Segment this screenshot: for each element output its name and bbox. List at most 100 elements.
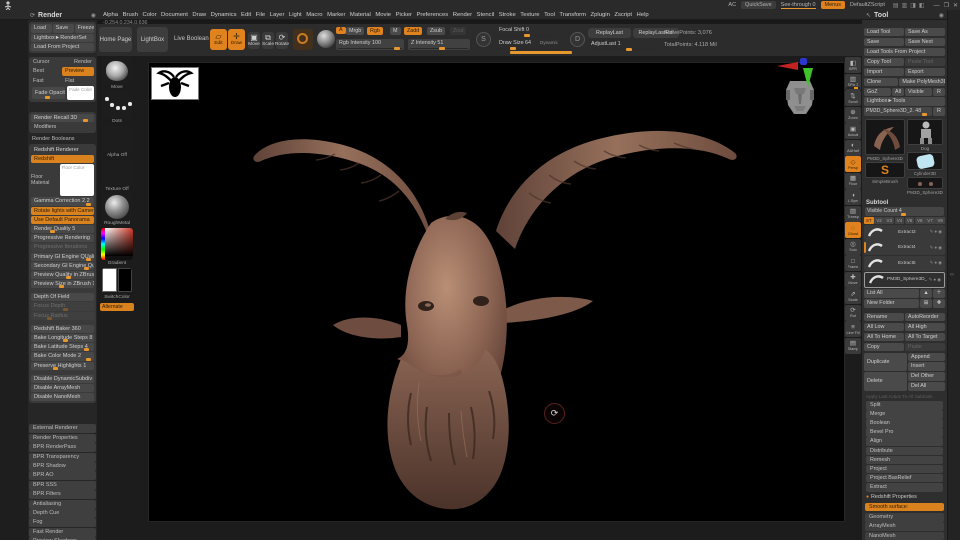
active-tool-thumbnail[interactable] — [865, 118, 905, 155]
menu-item[interactable]: Stencil — [477, 12, 495, 18]
subtool-action-row[interactable]: Remesh — [866, 455, 943, 465]
render-recall-slider[interactable]: Render Recall 3D — [31, 114, 94, 123]
flat-render-button[interactable]: Flat — [63, 77, 94, 85]
y-axis-arrow-icon[interactable] — [803, 68, 813, 87]
shelf-item[interactable]: Alternate — [100, 302, 134, 311]
menu-item[interactable]: Draw — [192, 12, 206, 18]
render-booleans-label[interactable]: Render Booleans — [32, 136, 75, 142]
render-save-button[interactable]: Save — [52, 24, 74, 33]
menu-item[interactable]: Stroke — [499, 12, 516, 18]
subtool-tab[interactable]: V6 — [914, 217, 925, 225]
d-badge-icon[interactable]: D — [570, 32, 585, 47]
viewport-toggle-button[interactable]: ◇ Persp — [845, 156, 861, 172]
dynamic-label[interactable]: Dynamic — [540, 40, 558, 45]
shelf-thumbnail[interactable] — [102, 194, 132, 220]
rgb-toggle[interactable]: Rgb — [367, 27, 383, 35]
viewport-toggle-button[interactable]: ◎ Solo — [845, 238, 861, 255]
render-freeze-button[interactable]: Freeze — [74, 24, 94, 33]
shelf-item[interactable]: Alpha Off — [100, 126, 134, 158]
menu-item[interactable]: Document — [161, 12, 188, 18]
viewport-toggle-button[interactable]: ▦ Floor — [845, 172, 861, 189]
subtool-tab[interactable]: V5 — [904, 217, 915, 225]
make-polymesh3d-button[interactable]: Make PolyMesh3D — [899, 77, 945, 87]
menu-item[interactable]: File — [256, 12, 266, 18]
best-render-button[interactable]: Best — [31, 67, 61, 76]
load-from-project-button[interactable]: Load From Project — [31, 42, 94, 52]
render-subpalette-row[interactable]: BPR AO — [29, 471, 96, 481]
render-option-row[interactable]: Bake Latitude Steps 4 — [31, 343, 94, 352]
render-subpalette-row[interactable]: Fog — [29, 518, 96, 528]
focal-shift-slider[interactable]: Focal Shift 0 — [496, 26, 558, 37]
render-subpalette-row[interactable]: Antialiasing — [29, 499, 96, 509]
subtool-row[interactable]: Extract5 ✎●◉ — [864, 255, 945, 271]
load-tools-from-project-button[interactable]: Load Tools From Project — [864, 47, 945, 57]
render-option-row[interactable]: Secondary GI Engine Quality 2 — [31, 261, 94, 270]
subtool-tab[interactable]: V3 — [884, 217, 895, 225]
pin-icon[interactable]: ◉ — [939, 12, 944, 19]
subtool-tab[interactable]: V2 — [874, 217, 884, 225]
menu-item[interactable]: Transform — [559, 12, 586, 18]
menu-item[interactable]: Picker — [396, 12, 412, 18]
subtool-row[interactable]: Extract3 ✎●◉ — [864, 224, 945, 240]
render-palette-header[interactable]: ⟳ Render ◉ — [30, 10, 96, 20]
save-next-button[interactable]: Save Next — [905, 37, 945, 47]
shelf-item[interactable]: Gradient — [100, 228, 134, 266]
menu-item[interactable]: Layer — [270, 12, 285, 18]
subtool-tab[interactable]: ST — [864, 217, 874, 225]
render-option-row[interactable]: Rotate lights with Camera — [31, 206, 94, 215]
menus-button[interactable]: Menus — [820, 1, 846, 9]
subtool-section-header[interactable]: Subtool — [866, 200, 943, 206]
viewport-toggle-button[interactable]: ◌ Ghost — [845, 222, 861, 238]
replay-last-button[interactable]: ReplayLast — [588, 28, 631, 38]
folder-collapse-button[interactable]: ✚ — [933, 298, 945, 308]
menu-item[interactable]: Color — [142, 12, 156, 18]
render-option-row[interactable]: Progressive Iterations — [31, 243, 94, 252]
sculpt-brush-button[interactable] — [293, 29, 313, 50]
delete-button[interactable]: Delete — [864, 372, 907, 391]
shelf-thumbnail[interactable] — [102, 92, 132, 118]
current-material-preview[interactable] — [317, 30, 335, 48]
menu-item[interactable]: Alpha — [103, 12, 118, 18]
save-button[interactable]: Save — [864, 37, 904, 47]
live-boolean-button[interactable]: Live Boolean — [174, 36, 209, 42]
menu-item[interactable]: Light — [289, 12, 302, 18]
floor-color-swatch[interactable]: Floor Color — [59, 164, 94, 197]
render-option-row[interactable]: Focus Depth — [31, 302, 94, 311]
viewport-toggle-button[interactable]: ▣ Actual — [845, 123, 861, 139]
menu-item[interactable]: Edit — [241, 12, 251, 18]
list-all-button[interactable]: List All — [864, 288, 919, 298]
home-page-button[interactable]: Home Page — [99, 27, 132, 52]
z-axis-dot-icon[interactable] — [800, 58, 807, 65]
menu-item[interactable]: Marker — [327, 12, 345, 18]
edit-button[interactable]: ▱ Edit — [210, 29, 227, 50]
insert-button[interactable]: Insert — [908, 362, 945, 372]
dog-tool-thumbnail[interactable] — [907, 118, 943, 145]
rotate-button[interactable]: ⟳ Rotate — [275, 32, 289, 49]
render-tab[interactable]: Render — [74, 59, 92, 65]
render-load-button[interactable]: Load — [31, 24, 52, 33]
sculpt-viewport[interactable] — [148, 62, 845, 522]
lightbox-button[interactable]: LightBox — [137, 27, 168, 52]
copy-tool-button[interactable]: Copy Tool — [864, 57, 904, 67]
viewport-toggle-button[interactable]: ⟳ Rot — [845, 304, 861, 321]
shelf-item[interactable]: Move — [100, 58, 134, 90]
render-option-row[interactable]: Disable ArrayMesh — [31, 383, 94, 393]
subtool-action-row[interactable]: Distribute — [866, 446, 943, 456]
floor-material-label[interactable]: Floor Material — [31, 174, 59, 186]
modifiers-row[interactable]: Modifiers — [31, 123, 94, 131]
redshift-button[interactable]: Redshift — [31, 155, 94, 164]
shelf-thumbnail[interactable] — [102, 126, 132, 152]
lightbox-renderset-button[interactable]: Lightbox►RenderSet — [31, 33, 94, 42]
render-option-row[interactable]: Progressive Rendering — [31, 234, 94, 243]
all-to-home-button[interactable]: All To Home — [864, 332, 904, 342]
subtool-row-icons[interactable]: ✎●◉ — [929, 277, 942, 283]
redshift-renderer-header[interactable]: Redshift Renderer — [31, 146, 94, 154]
interface-toggle-icon[interactable]: ▥ — [902, 3, 908, 9]
render-subpalette-row[interactable]: BPR Transparency — [29, 452, 96, 462]
window-control-icon[interactable]: ✕ — [953, 3, 958, 9]
viewport-toggle-button[interactable]: ▥ SPix 3 — [845, 73, 861, 90]
render-subpalette-row[interactable]: BPR Shadow — [29, 461, 96, 471]
subtool-action-row[interactable]: Split — [866, 401, 943, 410]
viewport-toggle-button[interactable]: ▨ Transp — [845, 205, 861, 222]
menu-item[interactable]: Zplugin — [591, 12, 610, 18]
